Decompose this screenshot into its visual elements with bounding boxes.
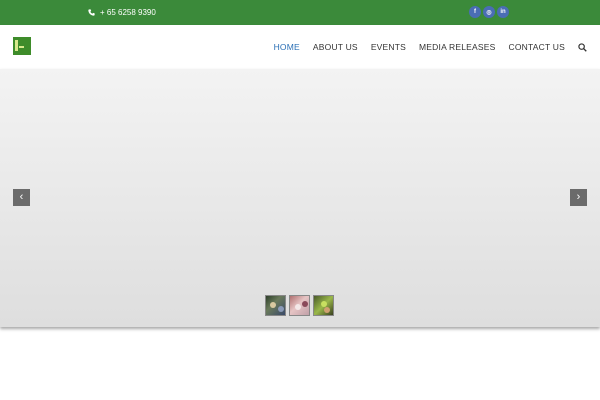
thumbnail-detail xyxy=(278,306,284,312)
top-bar: + 65 6258 9390 f ◎ in xyxy=(0,0,600,25)
phone-contact[interactable]: + 65 6258 9390 xyxy=(88,6,156,18)
instagram-icon[interactable]: ◎ xyxy=(483,6,495,18)
main-nav: HOME ABOUT US EVENTS MEDIA RELEASES CONT… xyxy=(261,25,587,69)
phone-number: + 65 6258 9390 xyxy=(100,7,156,17)
slide-thumbnail[interactable] xyxy=(289,295,310,316)
site-logo[interactable] xyxy=(13,37,31,55)
linkedin-icon[interactable]: in xyxy=(497,6,509,18)
thumbnail-detail xyxy=(295,304,301,310)
slide-thumbnail[interactable] xyxy=(265,295,286,316)
hero-slider: ‹ › xyxy=(0,69,600,327)
thumbnail-detail xyxy=(302,301,308,307)
nav-home[interactable]: HOME xyxy=(274,42,300,52)
slider-next-button[interactable]: › xyxy=(570,189,587,206)
nav-media-releases[interactable]: MEDIA RELEASES xyxy=(419,42,496,52)
phone-icon xyxy=(88,8,95,16)
logo-mark xyxy=(15,40,18,51)
search-icon[interactable] xyxy=(578,42,587,52)
slider-prev-button[interactable]: ‹ xyxy=(13,189,30,206)
nav-contact-us[interactable]: CONTACT US xyxy=(509,42,565,52)
site-header: HOME ABOUT US EVENTS MEDIA RELEASES CONT… xyxy=(0,25,600,69)
slide-thumbnail[interactable] xyxy=(313,295,334,316)
nav-about-us[interactable]: ABOUT US xyxy=(313,42,358,52)
thumbnail-detail xyxy=(324,307,330,313)
logo-mark-detail xyxy=(19,46,24,48)
thumbnail-detail xyxy=(270,302,276,308)
social-links: f ◎ in xyxy=(469,6,509,18)
nav-events[interactable]: EVENTS xyxy=(371,42,406,52)
slider-thumbnails xyxy=(265,295,334,316)
facebook-icon[interactable]: f xyxy=(469,6,481,18)
